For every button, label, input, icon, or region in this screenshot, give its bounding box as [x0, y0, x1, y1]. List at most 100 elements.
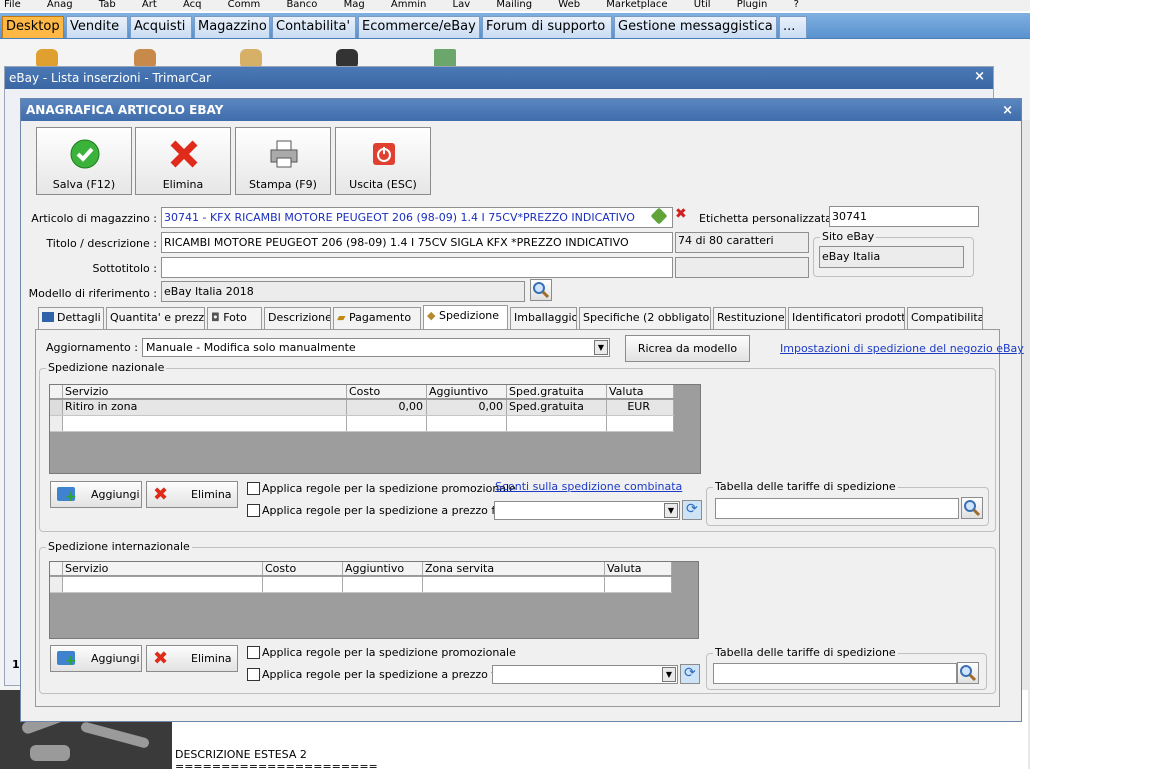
titolo-field[interactable]: RICAMBI MOTORE PEUGEOT 206 (98-09) 1.4 I… — [161, 232, 673, 253]
menu-acq[interactable]: Acq — [179, 0, 202, 10]
aggiornamento-select[interactable]: Manuale - Modifica solo manualmente ▼ — [142, 338, 610, 357]
menu-anag[interactable]: Anag — [43, 0, 73, 10]
cell-costo[interactable]: 0,00 — [347, 400, 427, 415]
menu-plugin[interactable]: Plugin — [733, 0, 768, 10]
tab-quantita[interactable]: Quantita' e prezzo — [106, 307, 205, 329]
cell-servizio[interactable]: Ritiro in zona — [63, 400, 347, 415]
table-row[interactable] — [50, 416, 674, 432]
menu-marketplace[interactable]: Marketplace — [602, 0, 667, 10]
tariffe-int-search-button[interactable] — [957, 662, 979, 684]
menu-art[interactable]: Art — [138, 0, 157, 10]
menu-help[interactable]: ? — [790, 0, 799, 10]
col-costo[interactable]: Costo — [263, 562, 343, 575]
menu-comm[interactable]: Comm — [224, 0, 261, 10]
cell-aggiuntivo[interactable] — [343, 577, 423, 592]
tab-spedizione[interactable]: ◆ Spedizione — [423, 305, 508, 329]
col-aggiuntivo[interactable]: Aggiuntivo — [343, 562, 423, 575]
impostazioni-link[interactable]: Impostazioni di spedizione del negozio e… — [780, 342, 1024, 355]
tab-descrizione[interactable]: Descrizione — [264, 307, 331, 329]
menu-util[interactable]: Util — [690, 0, 711, 10]
close-icon[interactable]: × — [1002, 100, 1013, 122]
add-nazionale-button[interactable]: + Aggiungi — [50, 481, 142, 508]
ricrea-button[interactable]: Ricrea da modello — [625, 335, 750, 362]
cell-zona[interactable] — [423, 577, 605, 592]
cell-sped-gratuita[interactable]: Sped.gratuita — [507, 400, 607, 415]
tariffe-int-field[interactable] — [713, 663, 957, 684]
delete-nazionale-button[interactable]: ✖ Elimina — [146, 481, 238, 508]
tab-messaggistica[interactable]: Gestione messaggistica — [614, 16, 777, 38]
menu-lav[interactable]: Lav — [449, 0, 471, 10]
tab-magazzino[interactable]: Magazzino — [194, 16, 270, 38]
col-valuta[interactable]: Valuta — [605, 562, 672, 575]
menu-banco[interactable]: Banco — [282, 0, 317, 10]
tab-dettagli[interactable]: Dettagli — [38, 307, 104, 329]
exit-button[interactable]: Uscita (ESC) — [335, 127, 431, 195]
promo-checkbox[interactable] — [247, 646, 260, 659]
tab-vendite[interactable]: Vendite — [66, 16, 128, 38]
col-servizio[interactable]: Servizio — [63, 385, 347, 398]
sottotitolo-field[interactable] — [161, 257, 673, 278]
truck-icon: ◆ — [427, 309, 439, 322]
table-row[interactable]: Ritiro in zona 0,00 0,00 Sped.gratuita E… — [50, 400, 674, 416]
cell-valuta[interactable] — [607, 416, 674, 431]
add-label: Aggiungi — [91, 652, 140, 665]
tab-contabilita[interactable]: Contabilita' — [272, 16, 356, 38]
tab-acquisti[interactable]: Acquisti — [130, 16, 192, 38]
tab-ecommerce[interactable]: Ecommerce/eBay — [358, 16, 480, 38]
cell-costo[interactable] — [263, 577, 343, 592]
nazionale-grid[interactable]: Servizio Costo Aggiuntivo Sped.gratuita … — [49, 384, 701, 474]
clear-icon[interactable]: ✖ — [675, 206, 687, 222]
tab-pagamento[interactable]: ▰ Pagamento — [333, 307, 421, 329]
sconti-int-select[interactable]: ▼ — [492, 665, 678, 684]
menu-tab[interactable]: Tab — [95, 0, 116, 10]
internazionale-grid[interactable]: Servizio Costo Aggiuntivo Zona servita V… — [49, 561, 699, 639]
delete-button[interactable]: Elimina — [135, 127, 231, 195]
col-servizio[interactable]: Servizio — [63, 562, 263, 575]
tab-forum[interactable]: Forum di supporto — [482, 16, 612, 38]
tariffe-field[interactable] — [715, 498, 959, 519]
refresh-button[interactable]: ⟳ — [680, 664, 700, 684]
tab-desktop[interactable]: Desktop — [2, 16, 64, 38]
menu-file[interactable]: File — [0, 0, 21, 10]
cell-valuta[interactable]: EUR — [607, 400, 674, 415]
col-aggiuntivo[interactable]: Aggiuntivo — [427, 385, 507, 398]
col-zona[interactable]: Zona servita — [423, 562, 605, 575]
menu-ammin[interactable]: Ammin — [387, 0, 426, 10]
tariffe-search-button[interactable] — [961, 497, 983, 519]
articolo-field[interactable]: 30741 - KFX RICAMBI MOTORE PEUGEOT 206 (… — [161, 207, 673, 228]
cell-aggiuntivo[interactable] — [427, 416, 507, 431]
cell-servizio[interactable] — [63, 416, 347, 431]
promo-checkbox[interactable] — [247, 482, 260, 495]
cell-valuta[interactable] — [605, 577, 672, 592]
col-sped-gratuita[interactable]: Sped.gratuita — [507, 385, 607, 398]
col-costo[interactable]: Costo — [347, 385, 427, 398]
menu-web[interactable]: Web — [554, 0, 580, 10]
fisso-checkbox[interactable] — [247, 504, 260, 517]
menu-mailing[interactable]: Mailing — [492, 0, 532, 10]
search-button[interactable] — [530, 279, 552, 301]
sconti-select[interactable]: ▼ — [494, 501, 680, 520]
tab-identificatori[interactable]: Identificatori prodotto — [788, 307, 905, 329]
close-icon[interactable]: × — [974, 69, 985, 84]
save-button[interactable]: Salva (F12) — [36, 127, 132, 195]
delete-internazionale-button[interactable]: ✖ Elimina — [146, 645, 238, 672]
fisso-checkbox[interactable] — [247, 668, 260, 681]
tab-foto[interactable]: ◘ Foto — [207, 307, 262, 329]
refresh-button[interactable]: ⟳ — [682, 500, 702, 520]
cell-sped-gratuita[interactable] — [507, 416, 607, 431]
etichetta-field[interactable]: 30741 — [829, 206, 979, 227]
tab-restituzione[interactable]: Restituzione — [713, 307, 786, 329]
tab-more[interactable]: ... — [779, 16, 807, 38]
table-row[interactable] — [50, 577, 672, 593]
tab-specifiche[interactable]: Specifiche (2 obbligatorie) — [579, 307, 711, 329]
tab-compatibilita[interactable]: Compatibilita' — [907, 307, 983, 329]
cell-costo[interactable] — [347, 416, 427, 431]
add-internazionale-button[interactable]: + Aggiungi — [50, 645, 142, 672]
cell-servizio[interactable] — [63, 577, 263, 592]
sconti-link[interactable]: Sconti sulla spedizione combinata — [495, 480, 682, 493]
cell-aggiuntivo[interactable]: 0,00 — [427, 400, 507, 415]
col-valuta[interactable]: Valuta — [607, 385, 674, 398]
tab-imballaggio[interactable]: Imballaggio — [510, 307, 577, 329]
menu-mag[interactable]: Mag — [340, 0, 365, 10]
print-button[interactable]: Stampa (F9) — [235, 127, 331, 195]
